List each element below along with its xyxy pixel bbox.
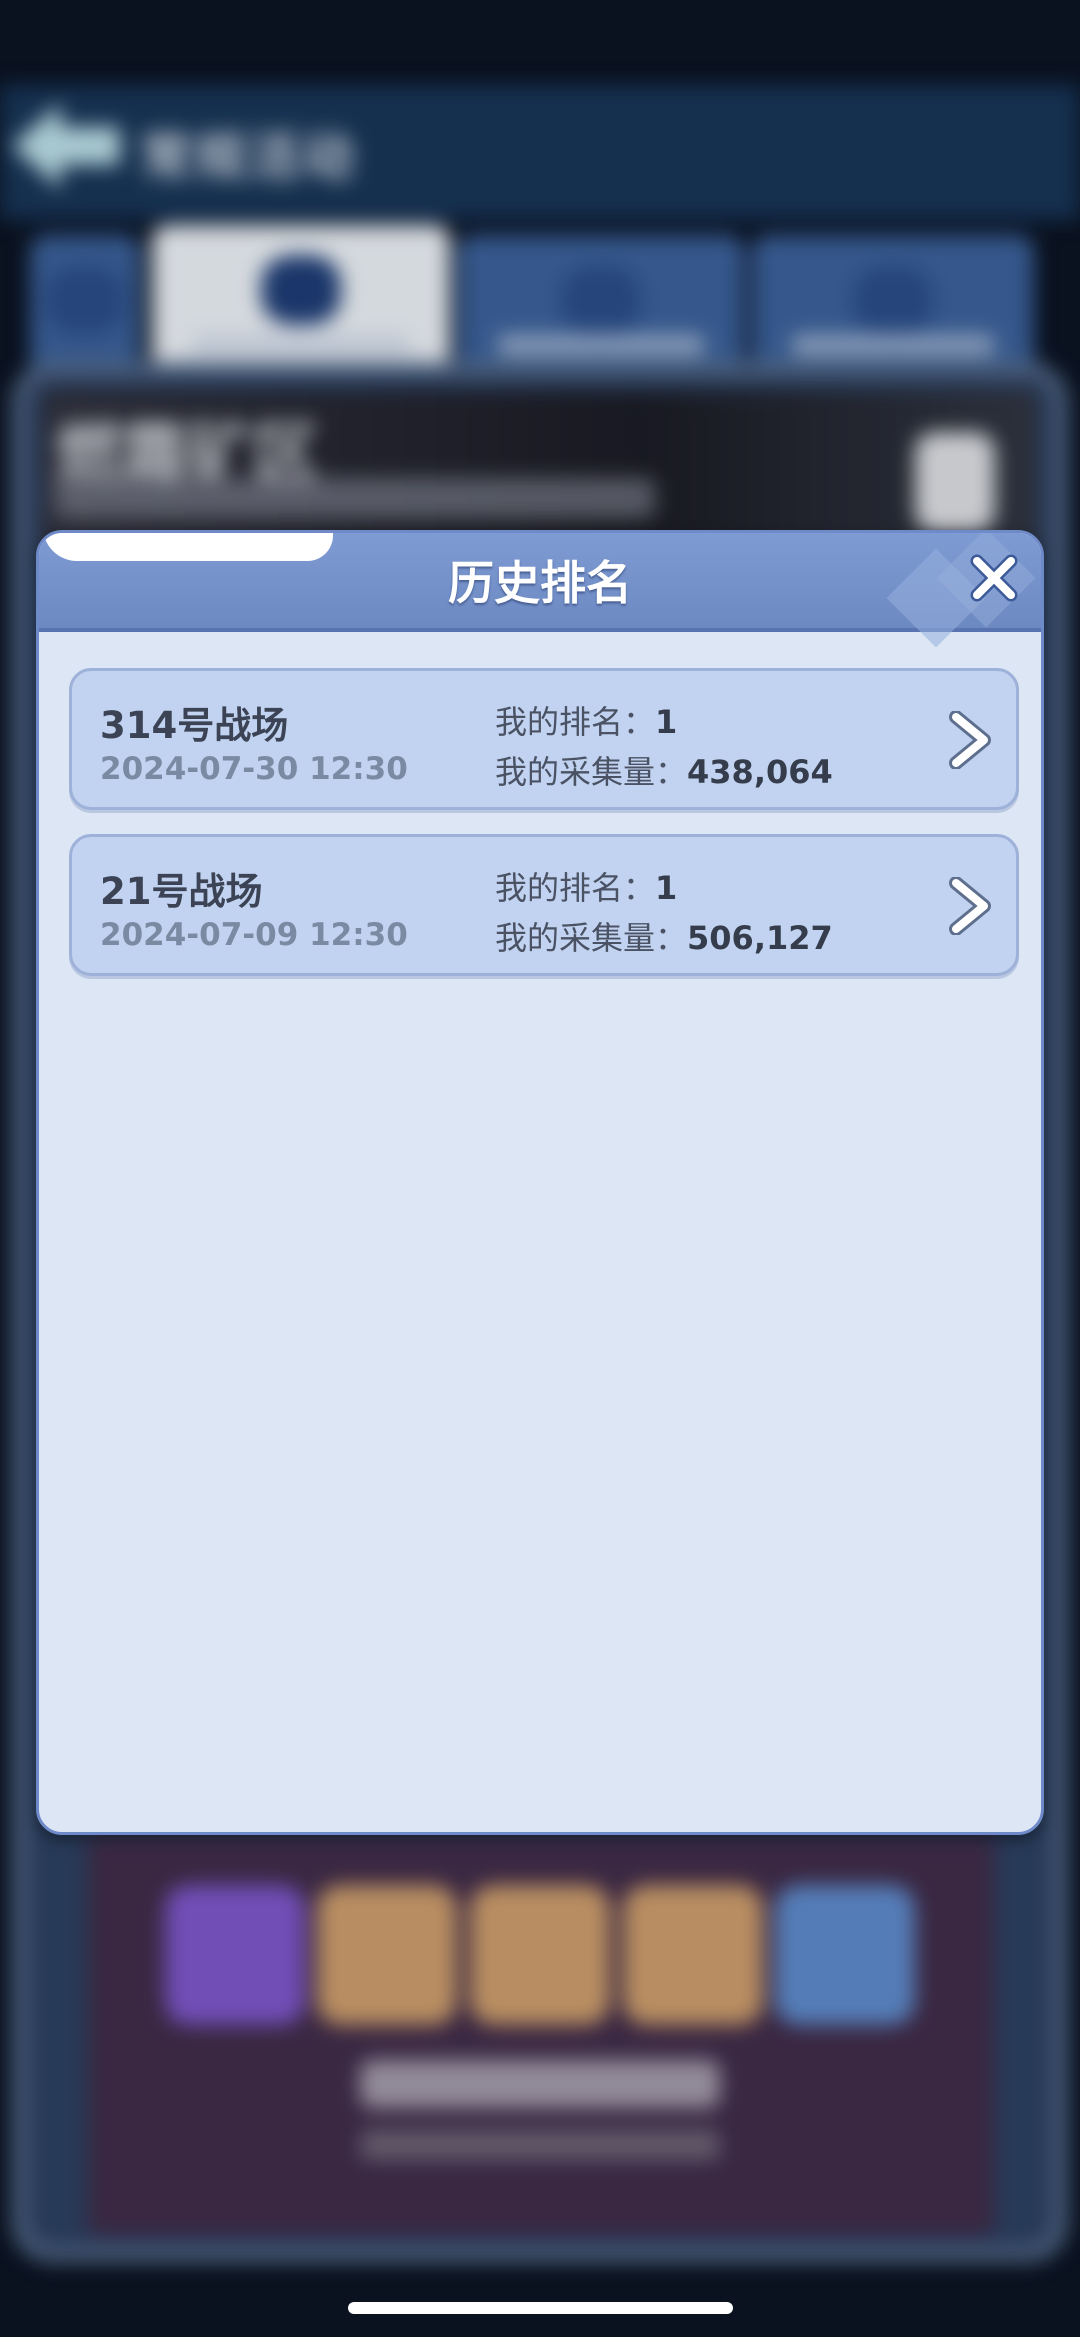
rank-value: 1: [655, 703, 678, 741]
my-collection: 我的采集量：438,064: [495, 747, 833, 793]
list-item[interactable]: 21号战场 2024-07-09 12:30 我的排名：1 我的采集量：506,…: [69, 834, 1019, 976]
modal-title: 历史排名: [448, 556, 632, 610]
battle-datetime: 2024-07-09 12:30: [100, 917, 408, 953]
modal-header: 历史排名: [39, 533, 1041, 648]
battle-datetime: 2024-07-30 12:30: [100, 751, 408, 787]
collect-value: 506,127: [687, 919, 833, 957]
rank-label: 我的排名：: [495, 869, 656, 907]
history-ranking-modal: 历史排名 314号战场 2024-07-30 12:30 我的排名：1 我的采集…: [36, 530, 1044, 1835]
battlefield-name: 21号战场: [100, 870, 263, 913]
collect-value: 438,064: [687, 753, 833, 791]
rank-value: 1: [655, 869, 678, 907]
collect-label: 我的采集量：: [495, 919, 688, 957]
home-indicator[interactable]: [348, 2302, 733, 2314]
my-rank: 我的排名：1: [495, 697, 677, 743]
my-collection: 我的采集量：506,127: [495, 913, 833, 959]
my-rank: 我的排名：1: [495, 863, 677, 909]
collect-label: 我的采集量：: [495, 753, 688, 791]
ranking-list: 314号战场 2024-07-30 12:30 我的排名：1 我的采集量：438…: [69, 668, 1019, 1000]
rank-label: 我的排名：: [495, 703, 656, 741]
close-icon: [970, 554, 1018, 602]
close-button[interactable]: [967, 551, 1021, 605]
list-item[interactable]: 314号战场 2024-07-30 12:30 我的排名：1 我的采集量：438…: [69, 668, 1019, 810]
chevron-right-icon[interactable]: [946, 711, 994, 769]
chevron-right-icon[interactable]: [946, 877, 994, 935]
battlefield-name: 314号战场: [100, 704, 289, 747]
